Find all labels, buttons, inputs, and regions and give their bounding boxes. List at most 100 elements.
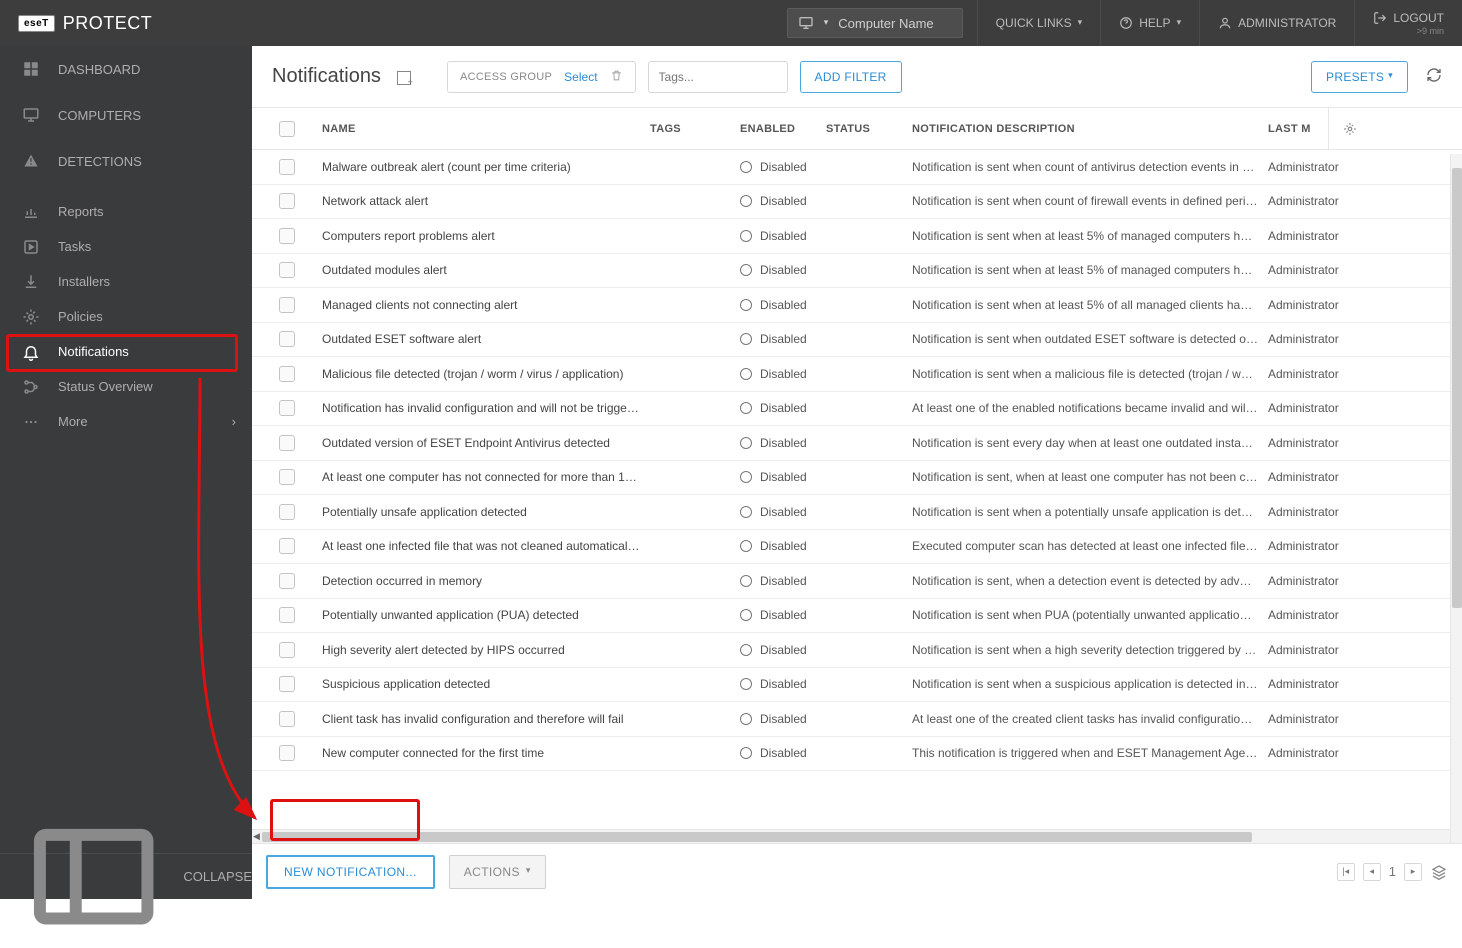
row-checkbox[interactable]: [279, 331, 295, 347]
column-header-last[interactable]: LAST M: [1268, 123, 1328, 135]
table-row[interactable]: Malicious file detected (trojan / worm /…: [252, 357, 1462, 392]
access-group-selector[interactable]: ACCESS GROUP Select: [447, 61, 636, 93]
column-settings-icon[interactable]: [1328, 108, 1370, 149]
row-checkbox[interactable]: [279, 711, 295, 727]
sidebar-item-more[interactable]: More ›: [0, 404, 252, 439]
row-checkbox[interactable]: [279, 676, 295, 692]
table-row[interactable]: Client task has invalid configuration an…: [252, 702, 1462, 737]
cell-last-modified-by: Administrator: [1268, 746, 1328, 760]
cell-name: Potentially unwanted application (PUA) d…: [322, 608, 650, 622]
table-row[interactable]: Potentially unsafe application detectedD…: [252, 495, 1462, 530]
actions-button[interactable]: ACTIONS ▾: [449, 855, 546, 889]
row-checkbox[interactable]: [279, 262, 295, 278]
table-row[interactable]: Detection occurred in memoryDisabledNoti…: [252, 564, 1462, 599]
brand: eseT PROTECT: [0, 13, 252, 34]
row-checkbox[interactable]: [279, 159, 295, 175]
sidebar-item-dashboard[interactable]: DASHBOARD: [0, 46, 252, 92]
sidebar-item-policies[interactable]: Policies: [0, 299, 252, 334]
table-row[interactable]: Managed clients not connecting alertDisa…: [252, 288, 1462, 323]
row-checkbox[interactable]: [279, 297, 295, 313]
sidebar-label: More: [58, 414, 88, 429]
table-row[interactable]: Outdated ESET software alertDisabledNoti…: [252, 323, 1462, 358]
help-menu[interactable]: HELP ▾: [1100, 0, 1199, 46]
radio-icon: [740, 678, 752, 690]
sidebar-item-status[interactable]: Status Overview: [0, 369, 252, 404]
pager-prev-button[interactable]: ◂: [1363, 863, 1381, 881]
row-checkbox[interactable]: [279, 435, 295, 451]
cell-description: Notification is sent when a malicious fi…: [912, 367, 1268, 381]
row-checkbox[interactable]: [279, 642, 295, 658]
table-row[interactable]: Notification has invalid configuration a…: [252, 392, 1462, 427]
radio-icon: [740, 299, 752, 311]
admin-menu[interactable]: ADMINISTRATOR: [1199, 0, 1354, 46]
select-all-checkbox[interactable]: [279, 121, 295, 137]
branch-icon: [22, 378, 40, 396]
cell-enabled: Disabled: [740, 643, 826, 657]
row-checkbox[interactable]: [279, 366, 295, 382]
row-checkbox[interactable]: [279, 573, 295, 589]
column-header-name[interactable]: NAME: [322, 123, 650, 135]
pager-first-button[interactable]: |◂: [1337, 863, 1355, 881]
tags-input[interactable]: [649, 70, 824, 84]
column-header-status[interactable]: STATUS: [826, 123, 912, 135]
add-filter-button[interactable]: ADD FILTER: [800, 61, 902, 93]
monitor-icon: [798, 15, 814, 31]
sidebar-item-computers[interactable]: COMPUTERS: [0, 92, 252, 138]
table-row[interactable]: Outdated version of ESET Endpoint Antivi…: [252, 426, 1462, 461]
sidebar-item-tasks[interactable]: Tasks: [0, 229, 252, 264]
table-row[interactable]: Network attack alertDisabledNotification…: [252, 185, 1462, 220]
sidebar-item-reports[interactable]: Reports: [0, 194, 252, 229]
cell-enabled: Disabled: [740, 677, 826, 691]
cell-enabled: Disabled: [740, 436, 826, 450]
layers-icon[interactable]: [1430, 863, 1448, 881]
table-row[interactable]: Outdated modules alertDisabledNotificati…: [252, 254, 1462, 289]
cell-enabled: Disabled: [740, 470, 826, 484]
column-header-enabled[interactable]: ENABLED: [740, 123, 826, 135]
radio-icon: [740, 747, 752, 759]
table-row[interactable]: Malware outbreak alert (count per time c…: [252, 150, 1462, 185]
computer-name-selector[interactable]: ▾ Computer Name: [787, 8, 963, 38]
logout-button[interactable]: LOGOUT >9 min: [1354, 0, 1462, 46]
table-row[interactable]: Computers report problems alertDisabledN…: [252, 219, 1462, 254]
table-row[interactable]: Potentially unwanted application (PUA) d…: [252, 599, 1462, 634]
column-header-description[interactable]: NOTIFICATION DESCRIPTION: [912, 123, 1268, 135]
sidebar-item-detections[interactable]: DETECTIONS: [0, 138, 252, 184]
row-checkbox[interactable]: [279, 538, 295, 554]
pager-next-button[interactable]: ▸: [1404, 863, 1422, 881]
new-notification-button[interactable]: NEW NOTIFICATION...: [266, 855, 435, 889]
table-row[interactable]: High severity alert detected by HIPS occ…: [252, 633, 1462, 668]
table-row[interactable]: At least one computer has not connected …: [252, 461, 1462, 496]
access-group-select-link[interactable]: Select: [564, 70, 597, 84]
cell-last-modified-by: Administrator: [1268, 505, 1328, 519]
row-checkbox[interactable]: [279, 193, 295, 209]
cell-enabled: Disabled: [740, 160, 826, 174]
sidebar-item-notifications[interactable]: Notifications: [0, 334, 252, 369]
horizontal-scrollbar[interactable]: ◀▶: [252, 829, 1462, 843]
table-row[interactable]: Suspicious application detectedDisabledN…: [252, 668, 1462, 703]
row-checkbox[interactable]: [279, 400, 295, 416]
sidebar-item-installers[interactable]: Installers: [0, 264, 252, 299]
column-header-tags[interactable]: TAGS: [650, 123, 740, 135]
table-row[interactable]: At least one infected file that was not …: [252, 530, 1462, 565]
table-row[interactable]: New computer connected for the first tim…: [252, 737, 1462, 772]
vertical-scrollbar[interactable]: [1450, 154, 1462, 843]
cell-last-modified-by: Administrator: [1268, 367, 1328, 381]
user-icon: [1218, 16, 1232, 30]
add-panel-icon[interactable]: [397, 71, 411, 85]
trash-icon[interactable]: [610, 69, 623, 85]
row-checkbox[interactable]: [279, 504, 295, 520]
logout-icon: [1373, 11, 1387, 25]
quick-links-menu[interactable]: QUICK LINKS ▾: [977, 0, 1101, 46]
tags-filter[interactable]: ▾: [648, 61, 788, 93]
cell-name: Outdated ESET software alert: [322, 332, 650, 346]
row-checkbox[interactable]: [279, 607, 295, 623]
row-checkbox[interactable]: [279, 745, 295, 761]
row-checkbox[interactable]: [279, 469, 295, 485]
cell-last-modified-by: Administrator: [1268, 677, 1328, 691]
row-checkbox[interactable]: [279, 228, 295, 244]
presets-button[interactable]: PRESETS ▾: [1311, 61, 1408, 93]
cell-name: Potentially unsafe application detected: [322, 505, 650, 519]
refresh-icon[interactable]: [1420, 61, 1448, 92]
sidebar-collapse-button[interactable]: COLLAPSE: [0, 853, 252, 899]
cell-description: Notification is sent, when a detection e…: [912, 574, 1268, 588]
